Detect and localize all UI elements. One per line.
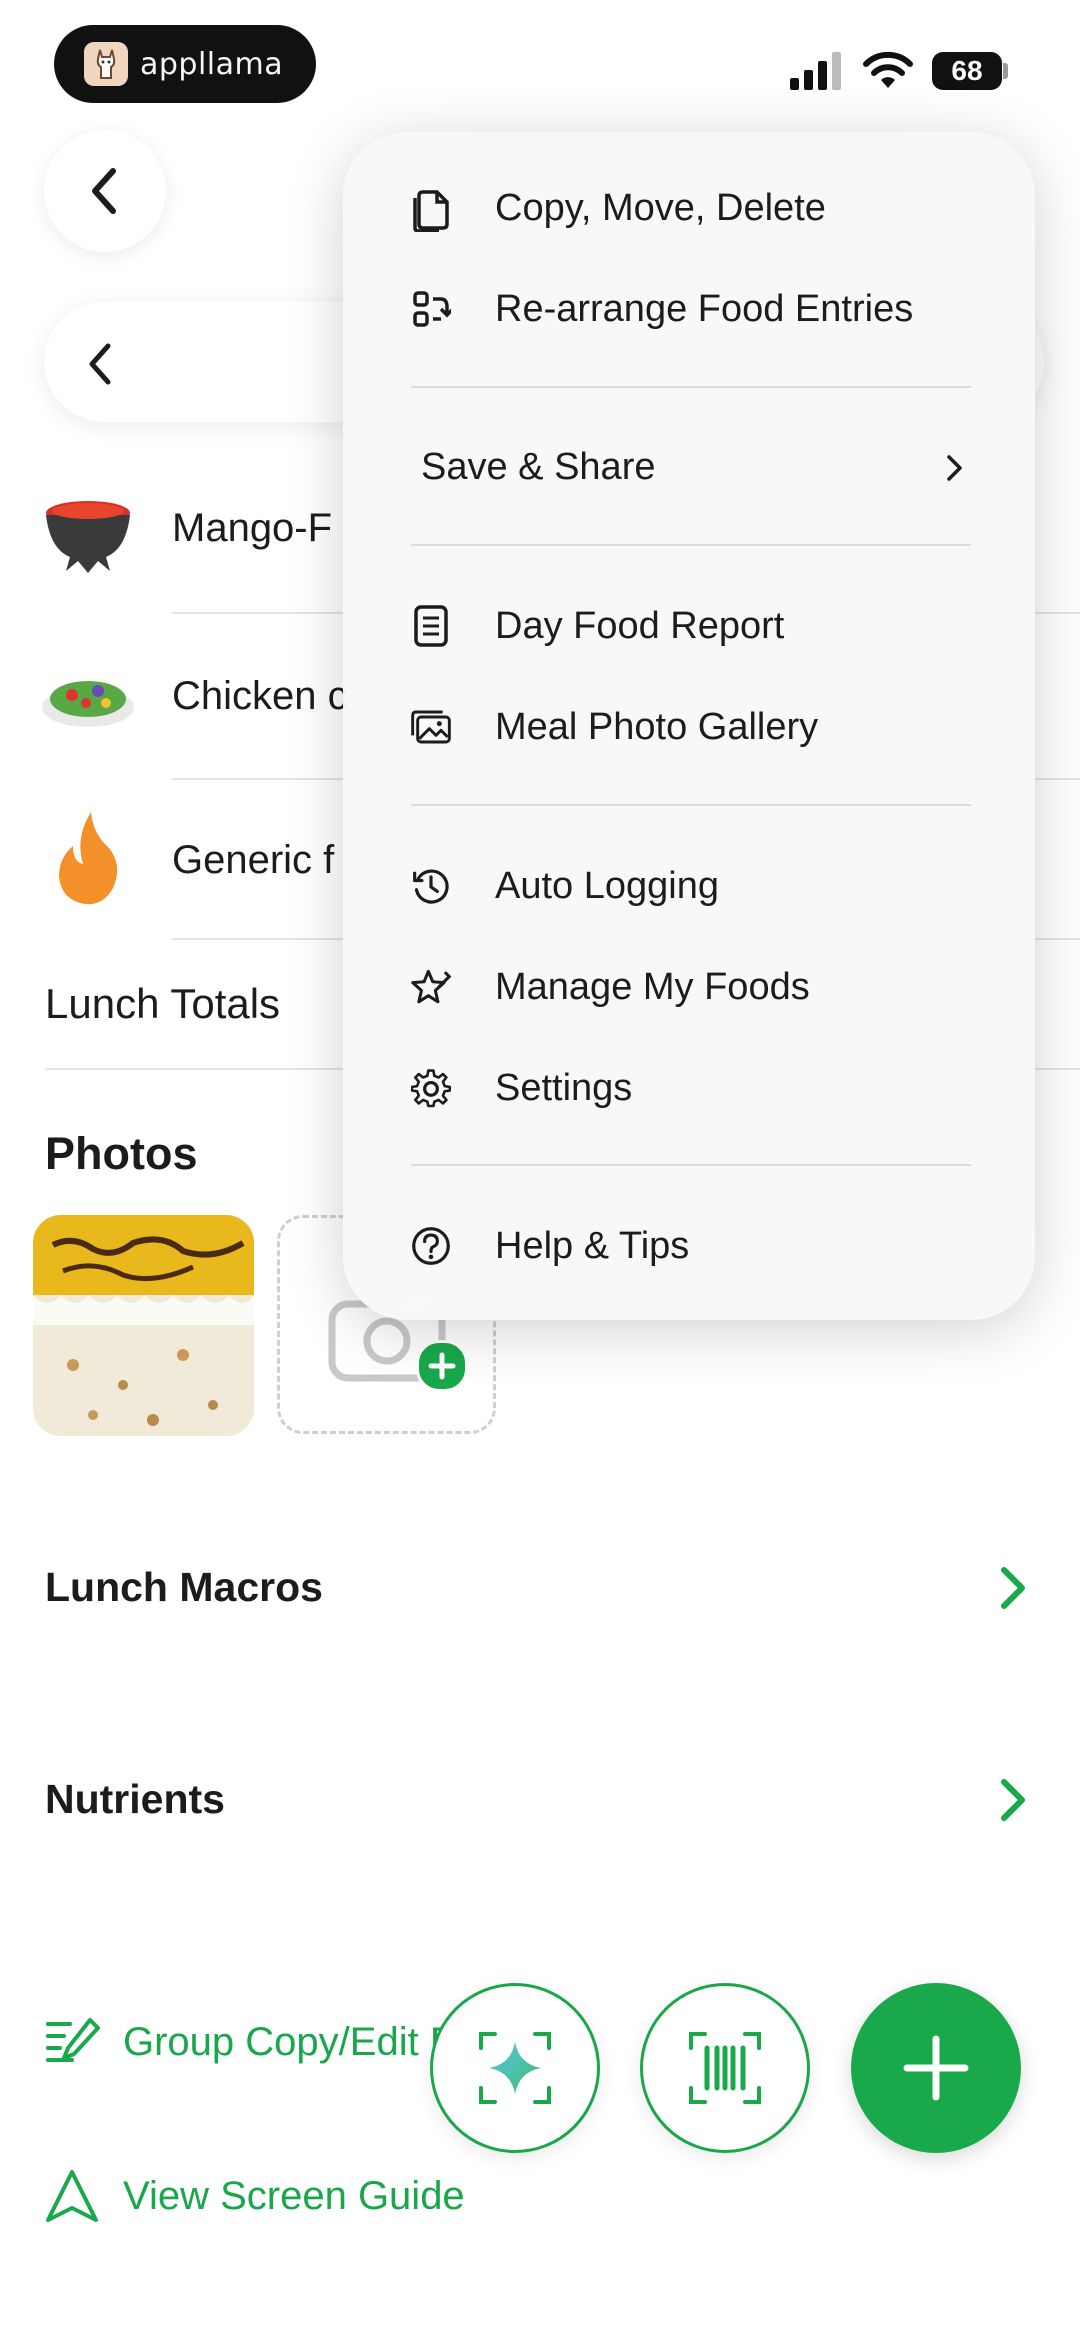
menu-item-label: Meal Photo Gallery — [495, 705, 819, 748]
menu-item-save-share[interactable]: Save & Share — [343, 422, 1035, 512]
battery-indicator: 68 — [932, 52, 1002, 90]
sparkle-icon — [479, 2032, 551, 2104]
copy-files-icon — [411, 186, 451, 232]
view-screen-guide-link[interactable]: View Screen Guide — [44, 2164, 644, 2234]
menu-item-label: Save & Share — [421, 445, 656, 488]
menu-divider — [411, 1164, 971, 1166]
menu-item-help-tips[interactable]: Help & Tips — [343, 1201, 1035, 1291]
menu-item-label: Re-arrange Food Entries — [495, 287, 914, 330]
food-name: Generic f — [172, 838, 335, 882]
menu-item-settings[interactable]: Settings — [343, 1043, 1035, 1133]
add-food-button[interactable] — [851, 1983, 1021, 2153]
menu-divider — [411, 386, 971, 388]
app-badge: appllama — [54, 25, 316, 103]
menu-item-rearrange[interactable]: Re-arrange Food Entries — [343, 264, 1035, 354]
history-icon — [411, 864, 451, 908]
chevron-right-icon — [947, 455, 962, 481]
menu-item-label: Settings — [495, 1066, 633, 1109]
lunch-macros-row[interactable]: Lunch Macros — [0, 1536, 1080, 1636]
ai-log-button[interactable] — [430, 1983, 600, 2153]
meal-photo-thumbnail[interactable] — [33, 1215, 254, 1436]
salad-icon — [40, 650, 136, 746]
menu-item-manage-my-foods[interactable]: Manage My Foods — [343, 942, 1035, 1032]
gear-icon — [411, 1066, 451, 1110]
star-edit-icon — [411, 965, 451, 1009]
salsa-bowl-icon — [40, 484, 136, 580]
question-icon — [411, 1224, 451, 1268]
menu-item-day-food-report[interactable]: Day Food Report — [343, 581, 1035, 671]
menu-item-label: Copy, Move, Delete — [495, 186, 826, 229]
wifi-icon — [862, 50, 914, 95]
options-menu: Copy, Move, Delete Re-arrange Food Entri… — [343, 132, 1035, 1320]
previous-day-button[interactable] — [84, 340, 118, 393]
chevron-right-icon — [1001, 1779, 1025, 1821]
menu-item-auto-logging[interactable]: Auto Logging — [343, 841, 1035, 931]
navigation-arrow-icon — [46, 2170, 98, 2222]
menu-item-label: Auto Logging — [495, 864, 719, 907]
plus-badge-icon — [416, 1340, 468, 1392]
lunch-macros-label: Lunch Macros — [45, 1564, 323, 1610]
battery-tip — [1003, 63, 1008, 79]
flame-icon — [40, 810, 136, 906]
cake-photo — [33, 1215, 254, 1436]
view-screen-guide-label: View Screen Guide — [123, 2174, 465, 2218]
food-name: Mango-F — [172, 506, 333, 550]
menu-item-label: Day Food Report — [495, 604, 785, 647]
food-name: Chicken c — [172, 674, 348, 718]
menu-divider — [411, 804, 971, 806]
chevron-left-icon — [89, 343, 111, 385]
plus-icon — [903, 2035, 969, 2101]
nutrients-row[interactable]: Nutrients — [0, 1750, 1080, 1850]
menu-item-label: Manage My Foods — [495, 965, 810, 1008]
report-icon — [411, 604, 451, 648]
photo-gallery-icon — [411, 705, 451, 749]
back-button[interactable] — [44, 130, 166, 252]
cellular-signal-icon — [790, 52, 844, 95]
nutrients-label: Nutrients — [45, 1776, 225, 1822]
barcode-icon — [689, 2032, 761, 2104]
menu-divider — [411, 544, 971, 546]
menu-item-label: Help & Tips — [495, 1224, 690, 1267]
rearrange-icon — [411, 287, 451, 331]
brand-name: appllama — [140, 46, 284, 82]
group-copy-edit-link[interactable]: Group Copy/Edit Entries — [44, 2010, 744, 2080]
menu-item-copy-move-delete[interactable]: Copy, Move, Delete — [343, 163, 1035, 253]
lunch-totals-label: Lunch Totals — [45, 980, 281, 1027]
barcode-scan-button[interactable] — [640, 1983, 810, 2153]
llama-logo-icon — [84, 42, 128, 86]
edit-list-icon — [46, 2018, 100, 2062]
menu-item-meal-photo-gallery[interactable]: Meal Photo Gallery — [343, 682, 1035, 772]
chevron-right-icon — [1001, 1567, 1025, 1609]
chevron-left-icon — [92, 168, 116, 214]
photos-title: Photos — [45, 1128, 198, 1179]
